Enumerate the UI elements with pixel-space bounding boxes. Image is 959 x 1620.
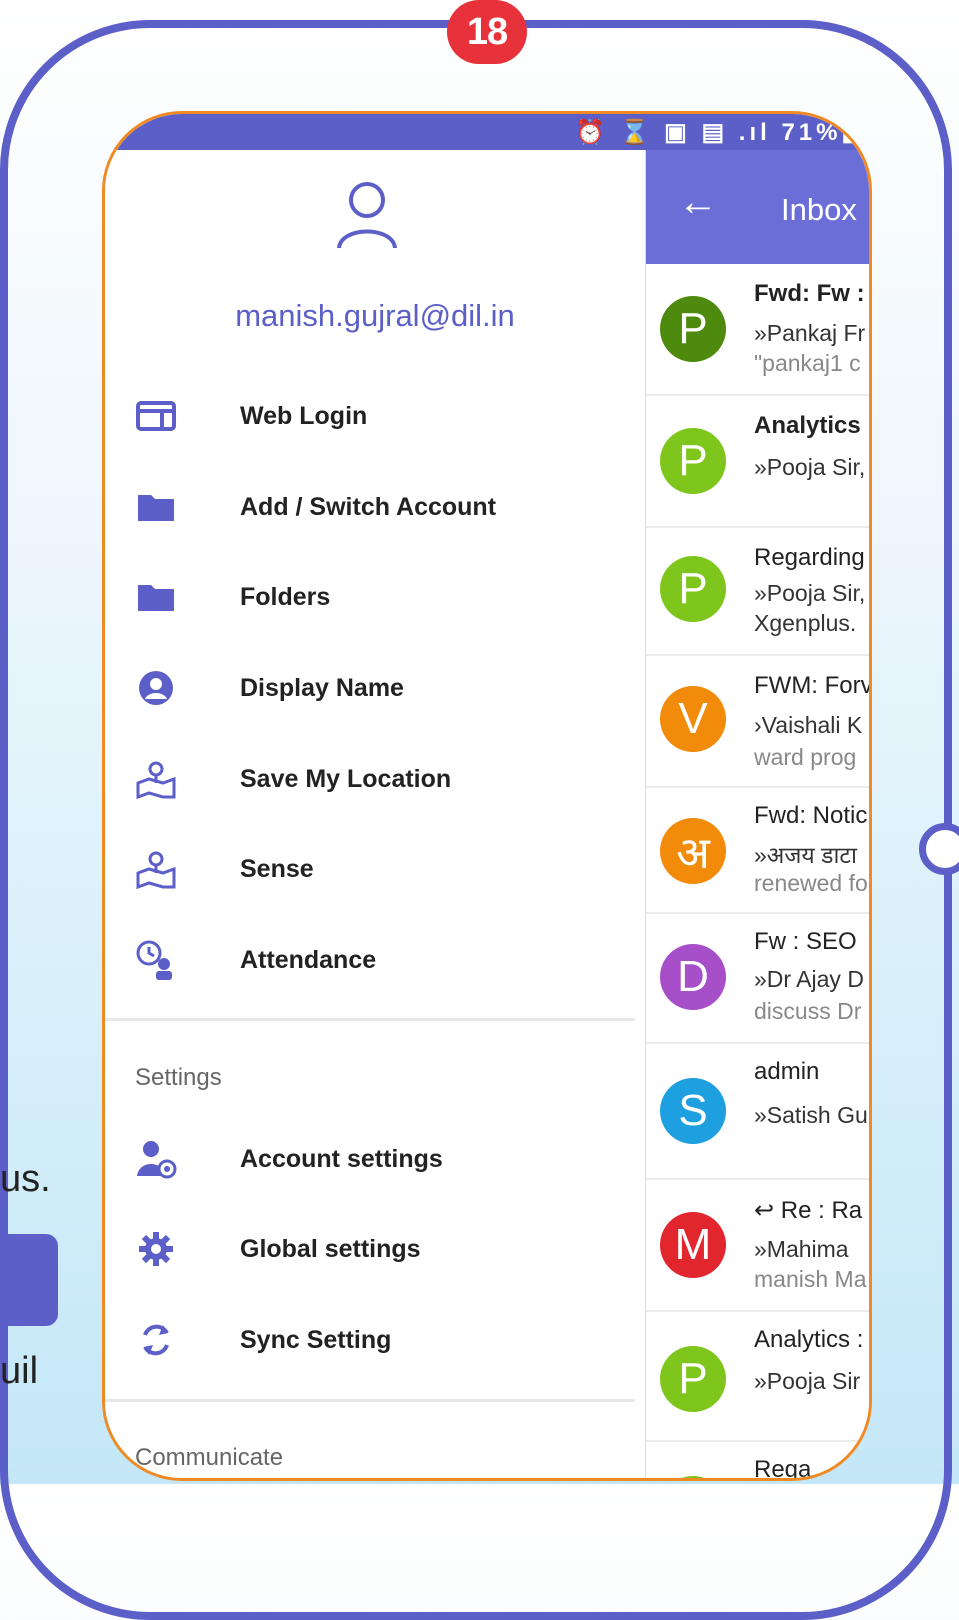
sender-avatar: S <box>660 1078 726 1144</box>
menu-item-label: Save My Location <box>240 764 452 793</box>
sender-avatar: V <box>660 686 726 752</box>
mail-subject: Fwd: Fw : ( <box>754 280 872 307</box>
sender-avatar: P <box>660 428 726 494</box>
mail-subject: Regarding <box>754 544 865 571</box>
mail-preview: renewed fo <box>754 870 868 896</box>
inbox-toolbar: ← Inbox <box>646 150 869 264</box>
mail-preview: ward prog <box>754 744 857 770</box>
phone-screen: ⏰ ⌛ ▣ ▤ .ıl 71%▮ 1: manish.gujral@dil.in… <box>102 111 872 1481</box>
mail-subject: admin <box>754 1058 820 1085</box>
background-button <box>0 1234 58 1326</box>
inbox-panel: ← Inbox P Fwd: Fw : ( »Pankaj Fr "pankaj… <box>645 150 872 1481</box>
sender-avatar: अ <box>660 818 726 884</box>
mail-subject: ↩ Re : Ra <box>754 1197 863 1224</box>
settings-section-header: Settings <box>135 1064 222 1091</box>
map-pin-icon <box>135 848 177 890</box>
mail-list-item[interactable]: M ↩ Re : Ra »Mahima manish Ma <box>646 1180 869 1312</box>
mail-sender: »Pooja Sir, <box>754 580 866 606</box>
mail-list-item[interactable]: P Analytics : »Pooja Sir <box>646 1312 869 1442</box>
mail-subject: Fw : SEO <box>754 928 857 955</box>
mail-sender: »Pankaj Fr <box>754 320 866 346</box>
menu-item-web-login[interactable]: Web Login <box>105 386 645 446</box>
mail-list-item[interactable]: D Fw : SEO »Dr Ajay D discuss Dr <box>646 914 869 1044</box>
mail-preview: Xgenplus. <box>754 610 857 636</box>
mail-list-item[interactable]: P Analytics : »Pooja Sir, <box>646 396 872 528</box>
menu-item-attendance[interactable]: Attendance <box>105 930 645 990</box>
menu-item-label: Account settings <box>240 1144 443 1173</box>
menu-item-label: Attendance <box>240 945 377 974</box>
inbox-title: Inbox <box>781 192 857 227</box>
sender-avatar: P <box>660 1346 726 1412</box>
menu-item-label: Folders <box>240 582 331 611</box>
sender-avatar: D <box>660 944 726 1010</box>
status-icons: ⏰ ⌛ ▣ ▤ .ıl 71%▮ 1: <box>575 119 872 146</box>
sync-icon <box>135 1319 177 1361</box>
menu-item-label: Sync Setting <box>240 1325 392 1354</box>
mail-subject: FWM: Forv <box>754 672 872 699</box>
menu-item-label: Global settings <box>240 1234 421 1263</box>
user-gear-icon <box>135 1138 177 1180</box>
user-avatar-icon <box>337 182 397 249</box>
sender-avatar: P <box>660 296 726 362</box>
menu-item-label: Display Name <box>240 673 404 702</box>
communicate-section-header: Communicate <box>135 1444 284 1471</box>
mail-list-item[interactable]: अ Fwd: Notic »अजय डाटा renewed fo <box>646 788 869 914</box>
mail-sender: ›Vaishali K <box>754 712 863 738</box>
map-pin-icon <box>135 758 177 800</box>
mail-sender: »Satish Gu <box>754 1102 868 1128</box>
menu-item-account-settings[interactable]: Account settings <box>105 1129 645 1189</box>
mail-sender: »Mahima <box>754 1236 849 1262</box>
divider <box>105 1018 635 1021</box>
mail-preview: "pankaj1 c <box>754 350 861 376</box>
folder-icon <box>135 576 177 618</box>
mail-list-item[interactable]: S admin »Satish Gu <box>646 1044 869 1180</box>
mail-sender: »अजय डाटा <box>754 842 857 868</box>
mail-subject: Rega <box>754 1456 812 1481</box>
sender-avatar: P <box>660 556 726 622</box>
browser-window-icon <box>135 395 177 437</box>
step-badge: 18 <box>447 0 527 64</box>
status-bar: ⏰ ⌛ ▣ ▤ .ıl 71%▮ 1: <box>105 114 869 150</box>
menu-item-add-switch-account[interactable]: Add / Switch Account <box>105 477 645 537</box>
mail-subject: Analytics : <box>754 412 872 439</box>
user-circle-icon <box>135 667 177 709</box>
menu-item-label: Sense <box>240 854 314 883</box>
menu-item-save-my-location[interactable]: Save My Location <box>105 749 645 809</box>
mail-sender: »Dr Ajay D <box>754 966 864 992</box>
account-email: manish.gujral@dil.in <box>235 298 515 333</box>
menu-item-sense[interactable]: Sense <box>105 839 645 899</box>
mail-list-item[interactable]: P Regarding »Pooja Sir, Xgenplus. <box>646 528 869 656</box>
clock-user-icon <box>135 939 177 981</box>
mail-sender: »Pooja Sir <box>754 1368 861 1394</box>
mail-sender: »Pooja Sir, <box>754 454 866 480</box>
back-arrow-icon[interactable]: ← <box>678 180 718 225</box>
sender-avatar: M <box>660 1212 726 1278</box>
menu-item-folders[interactable]: Folders <box>105 567 645 627</box>
menu-item-label: Add / Switch Account <box>240 492 497 521</box>
menu-item-label: Web Login <box>240 401 368 430</box>
menu-item-sync-setting[interactable]: Sync Setting <box>105 1310 645 1370</box>
mail-preview: manish Ma <box>754 1266 867 1292</box>
mail-subject: Fwd: Notic <box>754 802 868 829</box>
mail-preview: discuss Dr <box>754 998 862 1024</box>
background-text: uil <box>0 1350 39 1392</box>
mail-list-item[interactable]: P Fwd: Fw : ( »Pankaj Fr "pankaj1 c <box>646 264 872 396</box>
folder-icon <box>135 486 177 528</box>
menu-item-display-name[interactable]: Display Name <box>105 658 645 718</box>
mail-list-item[interactable]: V FWM: Forv ›Vaishali K ward prog <box>646 656 872 788</box>
sender-avatar: P <box>660 1476 726 1478</box>
menu-item-global-settings[interactable]: Global settings <box>105 1219 645 1279</box>
navigation-drawer: manish.gujral@dil.in Web Login Add / Swi… <box>105 150 645 1478</box>
divider <box>105 1399 635 1402</box>
mail-list-item[interactable]: P Rega <box>646 1442 869 1481</box>
gear-icon <box>135 1228 177 1270</box>
mail-subject: Analytics : <box>754 1326 864 1353</box>
background-text: us. <box>0 1158 51 1200</box>
